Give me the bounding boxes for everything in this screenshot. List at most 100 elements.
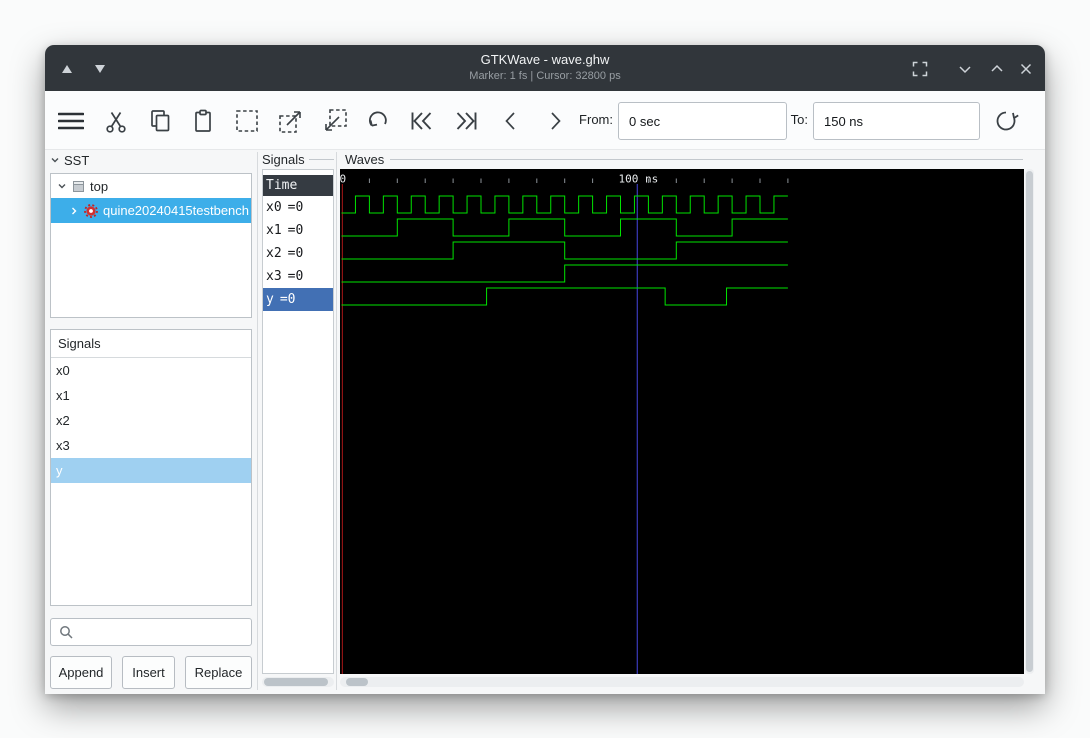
wave-signal-row-y[interactable]: y =0 xyxy=(263,288,333,311)
signal-value: =0 xyxy=(287,200,304,215)
component-gear-icon xyxy=(84,203,98,218)
fetch-start-button[interactable] xyxy=(405,104,439,138)
zoom-fit-icon xyxy=(236,110,258,132)
skip-to-start-icon xyxy=(411,112,432,130)
time-header[interactable]: Time xyxy=(263,175,333,196)
scrollbar-thumb[interactable] xyxy=(346,678,368,686)
undo-icon xyxy=(369,111,387,127)
wave-signal-row-x2[interactable]: x2 =0 xyxy=(263,242,333,265)
desktop: GTKWave - wave.ghw Marker: 1 fs | Cursor… xyxy=(0,0,1090,738)
scrollbar-thumb[interactable] xyxy=(264,678,328,686)
maximize-button[interactable] xyxy=(986,58,1008,80)
titlebar[interactable]: GTKWave - wave.ghw Marker: 1 fs | Cursor… xyxy=(45,45,1045,91)
scrollbar-thumb[interactable] xyxy=(1026,171,1033,672)
panel-splitter-left[interactable] xyxy=(257,152,258,690)
signal-value: =0 xyxy=(287,269,304,284)
signal-list-item-x3[interactable]: x3 xyxy=(51,433,251,458)
copy-button[interactable] xyxy=(143,104,177,138)
copy-icon xyxy=(150,110,169,132)
tree-item-testbench[interactable]: quine20240415testbench xyxy=(51,198,251,223)
window-title: GTKWave - wave.ghw xyxy=(480,52,610,67)
to-input[interactable] xyxy=(813,102,980,140)
paste-button[interactable] xyxy=(186,104,220,138)
minimize-button[interactable] xyxy=(954,58,976,80)
chevron-down-icon xyxy=(959,66,971,74)
insert-button[interactable]: Insert xyxy=(122,656,175,689)
menu-button[interactable] xyxy=(54,104,88,138)
signals-frame-line xyxy=(309,159,334,160)
signal-name: x2 xyxy=(266,246,282,261)
scissors-icon xyxy=(106,111,126,133)
gtkwave-window: GTKWave - wave.ghw Marker: 1 fs | Cursor… xyxy=(45,45,1045,694)
expander-down-icon[interactable] xyxy=(57,181,67,191)
zoom-out-icon xyxy=(325,109,347,131)
skip-to-end-icon xyxy=(456,112,477,130)
signal-name: x1 xyxy=(266,223,282,238)
panel-splitter-right[interactable] xyxy=(336,152,337,690)
signal-list-header: Signals xyxy=(51,330,251,358)
signal-value: =0 xyxy=(287,246,304,261)
shift-left-button[interactable] xyxy=(494,104,528,138)
fullscreen-button[interactable] xyxy=(909,58,931,80)
signal-value: =0 xyxy=(279,292,296,307)
wave-vertical-scrollbar[interactable] xyxy=(1025,169,1034,674)
close-icon xyxy=(1020,63,1032,75)
collapse-chevron-icon xyxy=(51,158,59,163)
signal-name: x3 xyxy=(266,269,282,284)
sst-header[interactable]: SST xyxy=(50,152,89,168)
from-label: From: xyxy=(579,112,613,127)
sst-tree: top quine20240415testbench xyxy=(50,173,252,318)
wave-signal-row-x1[interactable]: x1 =0 xyxy=(263,219,333,242)
time-header-label: Time xyxy=(266,178,298,193)
wave-signal-row-x0[interactable]: x0 =0 xyxy=(263,196,333,219)
append-button[interactable]: Append xyxy=(50,656,112,689)
signal-search-input[interactable] xyxy=(50,618,252,646)
menu-icon xyxy=(58,112,84,130)
wave-horizontal-scrollbar[interactable] xyxy=(340,677,1024,687)
waves-frame-line xyxy=(390,159,1023,160)
undo-button[interactable] xyxy=(361,104,395,138)
window-subtitle: Marker: 1 fs | Cursor: 32800 ps xyxy=(469,70,621,82)
main-content: SST top quine20240415testbench Signals x… xyxy=(45,149,1045,694)
reload-icon xyxy=(996,111,1019,131)
tree-item-top[interactable]: top xyxy=(51,174,251,198)
svg-text:0: 0 xyxy=(340,173,346,186)
sst-label: SST xyxy=(64,152,90,168)
tree-item-label: quine20240415testbench xyxy=(103,203,250,218)
signal-search xyxy=(50,618,252,646)
chevron-left-icon xyxy=(505,112,515,130)
sst-signal-list: Signals x0 x1 x2 x3 y xyxy=(50,329,252,606)
wave-signal-row-x3[interactable]: x3 =0 xyxy=(263,265,333,288)
zoom-in-icon xyxy=(279,111,301,133)
svg-text:100 ns: 100 ns xyxy=(619,173,659,186)
to-label: To: xyxy=(790,112,808,127)
waves-frame-label: Waves xyxy=(345,152,385,167)
reload-button[interactable] xyxy=(989,104,1023,138)
signal-name: x0 xyxy=(266,200,282,215)
clipboard-icon xyxy=(195,109,211,132)
fetch-end-button[interactable] xyxy=(449,104,483,138)
wave-canvas[interactable]: 0 100 ns xyxy=(340,169,1024,674)
signal-list-item-x2[interactable]: x2 xyxy=(51,408,251,433)
zoom-fit-button[interactable] xyxy=(230,104,264,138)
wave-canvas-svg: 0 100 ns xyxy=(340,173,789,674)
toolbar: From: To: xyxy=(45,91,1045,149)
signal-list-item-x0[interactable]: x0 xyxy=(51,358,251,383)
signal-list-item-x1[interactable]: x1 xyxy=(51,383,251,408)
signal-value: =0 xyxy=(287,223,304,238)
tree-item-label: top xyxy=(90,178,109,194)
chevron-up-icon xyxy=(991,64,1003,72)
cut-button[interactable] xyxy=(99,104,133,138)
zoom-in-button[interactable] xyxy=(274,104,308,138)
signal-name-column: Time x0 =0 x1 =0 x2 =0 x3 =0 y =0 xyxy=(262,169,334,674)
signal-name: y xyxy=(266,292,274,307)
signals-frame-label: Signals xyxy=(262,152,305,167)
expander-right-icon[interactable] xyxy=(69,206,79,216)
zoom-out-button[interactable] xyxy=(318,104,352,138)
close-button[interactable] xyxy=(1015,58,1037,80)
replace-button[interactable]: Replace xyxy=(185,656,252,689)
fullscreen-icon xyxy=(912,61,928,77)
names-horizontal-scrollbar[interactable] xyxy=(262,677,334,687)
signal-list-item-y[interactable]: y xyxy=(51,458,251,483)
module-icon xyxy=(73,180,84,192)
